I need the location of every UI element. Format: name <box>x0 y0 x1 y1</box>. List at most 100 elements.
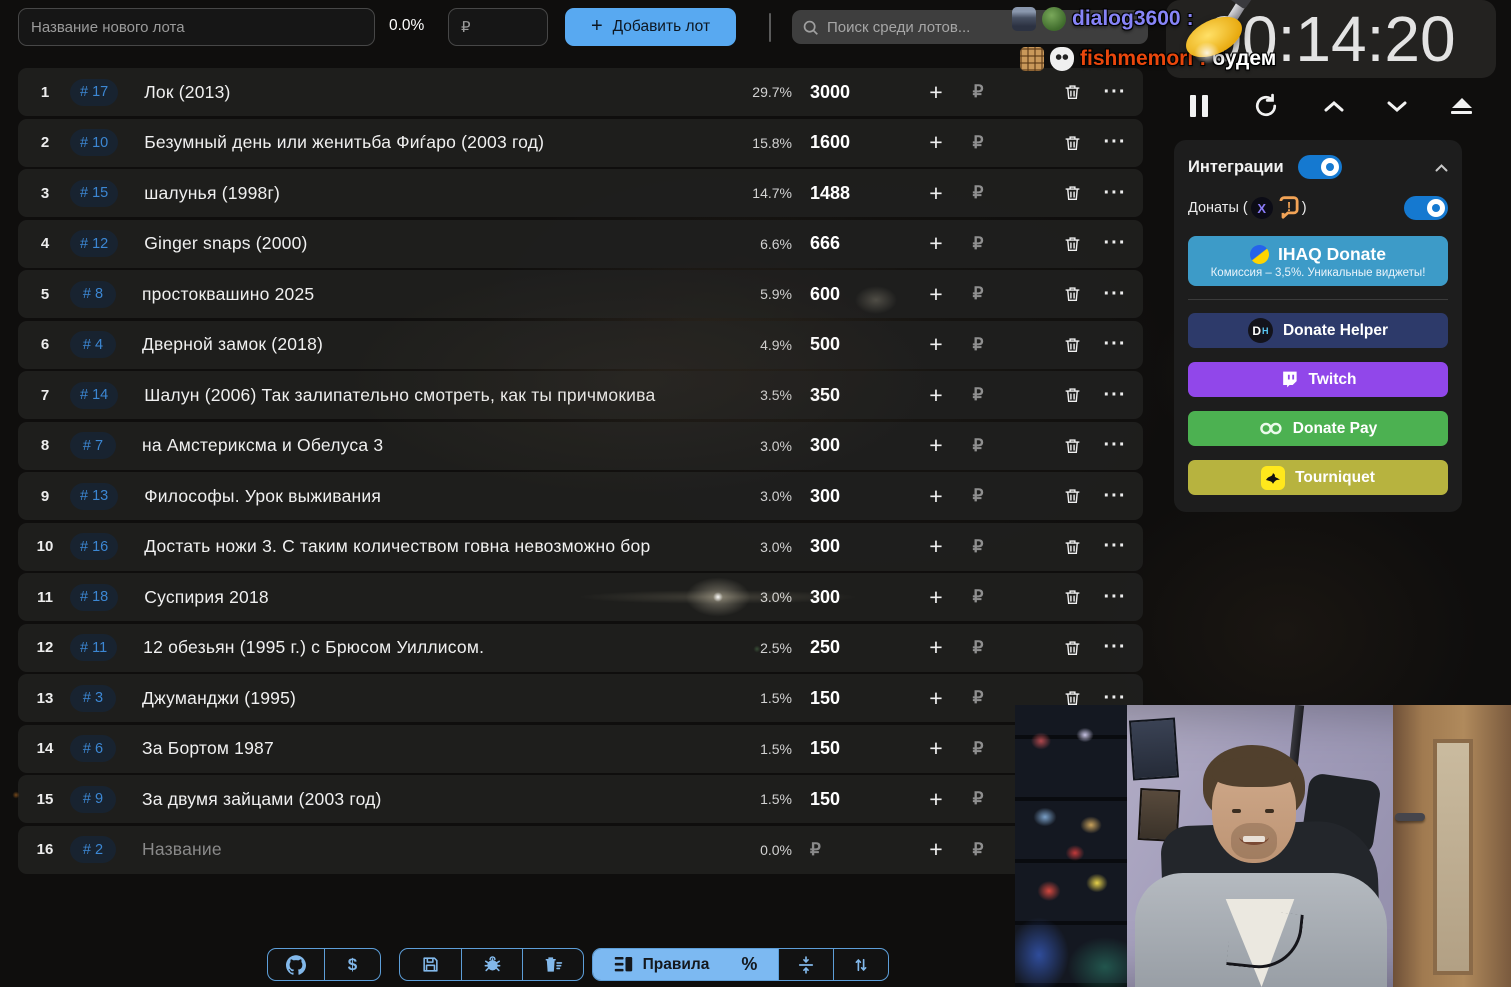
new-lot-name-input[interactable] <box>18 8 375 46</box>
add-amount-button[interactable]: + <box>915 584 957 611</box>
lot-title[interactable]: За Бортом 1987 <box>142 738 734 759</box>
add-amount-button[interactable]: + <box>915 685 957 712</box>
add-amount-button[interactable]: + <box>915 483 957 510</box>
lot-amount[interactable]: 350 <box>810 385 915 406</box>
more-options-button[interactable]: ··· <box>1093 232 1137 255</box>
clear-all-button[interactable] <box>522 949 583 980</box>
lot-amount[interactable]: 150 <box>810 738 915 759</box>
lot-title[interactable]: Суспирия 2018 <box>144 587 734 608</box>
currency-button[interactable]: ₽ <box>957 82 999 102</box>
reset-timer-button[interactable] <box>1252 92 1280 120</box>
add-amount-button[interactable]: + <box>915 281 957 308</box>
compact-view-button[interactable] <box>778 949 833 980</box>
currency-button[interactable]: ₽ <box>957 436 999 456</box>
github-button[interactable] <box>268 949 324 980</box>
more-options-button[interactable]: ··· <box>1093 182 1137 205</box>
lot-amount[interactable]: 250 <box>810 637 915 658</box>
integrations-toggle[interactable] <box>1297 155 1342 179</box>
more-options-button[interactable]: ··· <box>1093 586 1137 609</box>
more-options-button[interactable]: ··· <box>1093 384 1137 407</box>
lot-amount[interactable]: 300 <box>810 536 915 557</box>
currency-button[interactable]: ₽ <box>957 183 999 203</box>
lot-title[interactable]: Шалун (2006) Так залипательно смотреть, … <box>144 385 734 406</box>
delete-lot-button[interactable] <box>1051 82 1093 102</box>
currency-button[interactable]: ₽ <box>957 234 999 254</box>
subtract-time-button[interactable] <box>1387 101 1407 112</box>
bug-report-button[interactable] <box>461 949 522 980</box>
more-options-button[interactable]: ··· <box>1093 283 1137 306</box>
delete-lot-button[interactable] <box>1051 183 1093 203</box>
lot-title[interactable]: на Амстериксма и Обелуса 3 <box>142 435 734 456</box>
lot-title[interactable]: шалунья (1998г) <box>144 183 734 204</box>
more-options-button[interactable]: ··· <box>1093 636 1137 659</box>
delete-lot-button[interactable] <box>1051 284 1093 304</box>
delete-lot-button[interactable] <box>1051 537 1093 557</box>
add-amount-button[interactable]: + <box>915 634 957 661</box>
currency-button[interactable]: ₽ <box>957 385 999 405</box>
currency-button[interactable]: ₽ <box>957 335 999 355</box>
donations-money-button[interactable]: $ <box>324 949 380 980</box>
more-options-button[interactable]: ··· <box>1093 535 1137 558</box>
currency-button[interactable]: ₽ <box>957 638 999 658</box>
add-amount-button[interactable]: + <box>915 180 957 207</box>
add-amount-button[interactable]: + <box>915 735 957 762</box>
lot-amount[interactable]: ₽ <box>810 840 915 860</box>
currency-button[interactable]: ₽ <box>957 587 999 607</box>
currency-button[interactable]: ₽ <box>957 133 999 153</box>
donates-toggle[interactable] <box>1404 196 1448 220</box>
more-options-button[interactable]: ··· <box>1093 131 1137 154</box>
new-lot-amount-input[interactable] <box>448 8 548 46</box>
lot-amount[interactable]: 300 <box>810 486 915 507</box>
currency-button[interactable]: ₽ <box>957 789 999 809</box>
add-amount-button[interactable]: + <box>915 786 957 813</box>
lot-title[interactable]: Философы. Урок выживания <box>144 486 734 507</box>
more-options-button[interactable]: ··· <box>1093 485 1137 508</box>
lot-amount[interactable]: 600 <box>810 284 915 305</box>
lot-title[interactable]: Название <box>142 839 734 860</box>
delete-lot-button[interactable] <box>1051 587 1093 607</box>
lot-title[interactable]: За двумя зайцами (2003 год) <box>142 789 734 810</box>
lot-title[interactable]: Достать ножи 3. С таким количеством говн… <box>144 536 734 557</box>
lot-amount[interactable]: 300 <box>810 435 915 456</box>
lot-amount[interactable]: 3000 <box>810 82 915 103</box>
add-amount-button[interactable]: + <box>915 382 957 409</box>
delete-lot-button[interactable] <box>1051 234 1093 254</box>
lot-title[interactable]: простоквашино 2025 <box>142 284 734 305</box>
currency-button[interactable]: ₽ <box>957 739 999 759</box>
rules-button[interactable]: Правила % <box>593 949 778 980</box>
delete-lot-button[interactable] <box>1051 133 1093 153</box>
donate-pay-button[interactable]: Donate Pay <box>1188 411 1448 446</box>
currency-button[interactable]: ₽ <box>957 537 999 557</box>
currency-button[interactable]: ₽ <box>957 284 999 304</box>
tourniquet-button[interactable]: Tourniquet <box>1188 460 1448 495</box>
pause-button[interactable] <box>1190 95 1208 117</box>
lot-amount[interactable]: 1600 <box>810 132 915 153</box>
collapse-panel-button[interactable] <box>1435 160 1448 175</box>
add-amount-button[interactable]: + <box>915 331 957 358</box>
maximize-timer-button[interactable] <box>1451 97 1472 115</box>
ihaq-donate-button[interactable]: IHAQ Donate Комиссия – 3,5%. Уникальные … <box>1188 236 1448 286</box>
add-amount-button[interactable]: + <box>915 79 957 106</box>
save-button[interactable] <box>400 949 461 980</box>
lot-title[interactable]: Ginger snaps (2000) <box>144 233 734 254</box>
add-amount-button[interactable]: + <box>915 129 957 156</box>
add-amount-button[interactable]: + <box>915 432 957 459</box>
delete-lot-button[interactable] <box>1051 486 1093 506</box>
lot-title[interactable]: Дверной замок (2018) <box>142 334 734 355</box>
lot-amount[interactable]: 300 <box>810 587 915 608</box>
add-amount-button[interactable]: + <box>915 836 957 863</box>
donate-helper-button[interactable]: DH Donate Helper <box>1188 313 1448 348</box>
delete-lot-button[interactable] <box>1051 436 1093 456</box>
lot-amount[interactable]: 500 <box>810 334 915 355</box>
twitch-button[interactable]: Twitch <box>1188 362 1448 397</box>
currency-button[interactable]: ₽ <box>957 688 999 708</box>
delete-lot-button[interactable] <box>1051 335 1093 355</box>
lot-amount[interactable]: 666 <box>810 233 915 254</box>
lot-title[interactable]: Лок (2013) <box>144 82 734 103</box>
currency-button[interactable]: ₽ <box>957 840 999 860</box>
delete-lot-button[interactable] <box>1051 385 1093 405</box>
lot-title[interactable]: 12 обезьян (1995 г.) с Брюсом Уиллисом. <box>143 637 734 658</box>
sort-button[interactable] <box>833 949 888 980</box>
add-time-button[interactable] <box>1324 100 1344 112</box>
more-options-button[interactable]: ··· <box>1093 434 1137 457</box>
